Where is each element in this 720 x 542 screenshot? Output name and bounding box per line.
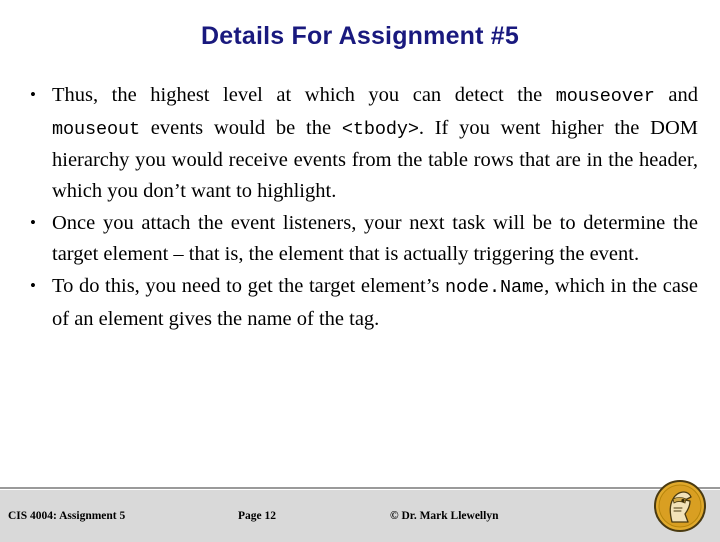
slide: Details For Assignment #5 • Thus, the hi…: [0, 0, 720, 542]
list-item: • To do this, you need to get the target…: [22, 271, 698, 334]
bullet-segment-text: To do this, you need to get the target e…: [52, 275, 446, 297]
bullet-segment-code: mouseout: [52, 118, 141, 140]
bullet-text: Once you attach the event listeners, you…: [52, 212, 698, 265]
footer-page-number: Page 12: [238, 510, 277, 522]
page-title: Details For Assignment #5: [200, 22, 520, 50]
bullet-marker: •: [30, 85, 36, 104]
bullet-segment-text: and: [654, 84, 698, 106]
footer-course: CIS 4004: Assignment 5: [8, 510, 126, 522]
footer-divider: [0, 489, 720, 490]
bullet-segment-text: events would be the: [140, 116, 342, 139]
bullet-segment-code: <tbody>: [341, 118, 419, 140]
bullet-text: Thus, the highest level at which you can…: [52, 84, 698, 202]
ucf-knight-logo: [652, 478, 708, 534]
footer-band: CIS 4004: Assignment 5 Page 12 © Dr. Mar…: [0, 487, 720, 542]
list-item: • Thus, the highest level at which you c…: [22, 80, 698, 206]
bullet-list: • Thus, the highest level at which you c…: [22, 80, 698, 334]
bullet-segment-code: mouseover: [555, 86, 655, 107]
footer-copyright: © Dr. Mark Llewellyn: [390, 510, 499, 522]
bullet-marker: •: [30, 276, 36, 295]
list-item: • Once you attach the event listeners, y…: [22, 208, 698, 269]
bullet-segment-text: Thus, the highest level at which you can…: [52, 84, 556, 106]
bullet-segment-code: node.Name: [445, 277, 545, 298]
bullet-segment-text: Once you attach the event listeners, you…: [52, 212, 698, 265]
bullet-text: To do this, you need to get the target e…: [52, 275, 698, 330]
slide-body: • Thus, the highest level at which you c…: [22, 80, 698, 336]
bullet-marker: •: [30, 213, 36, 232]
